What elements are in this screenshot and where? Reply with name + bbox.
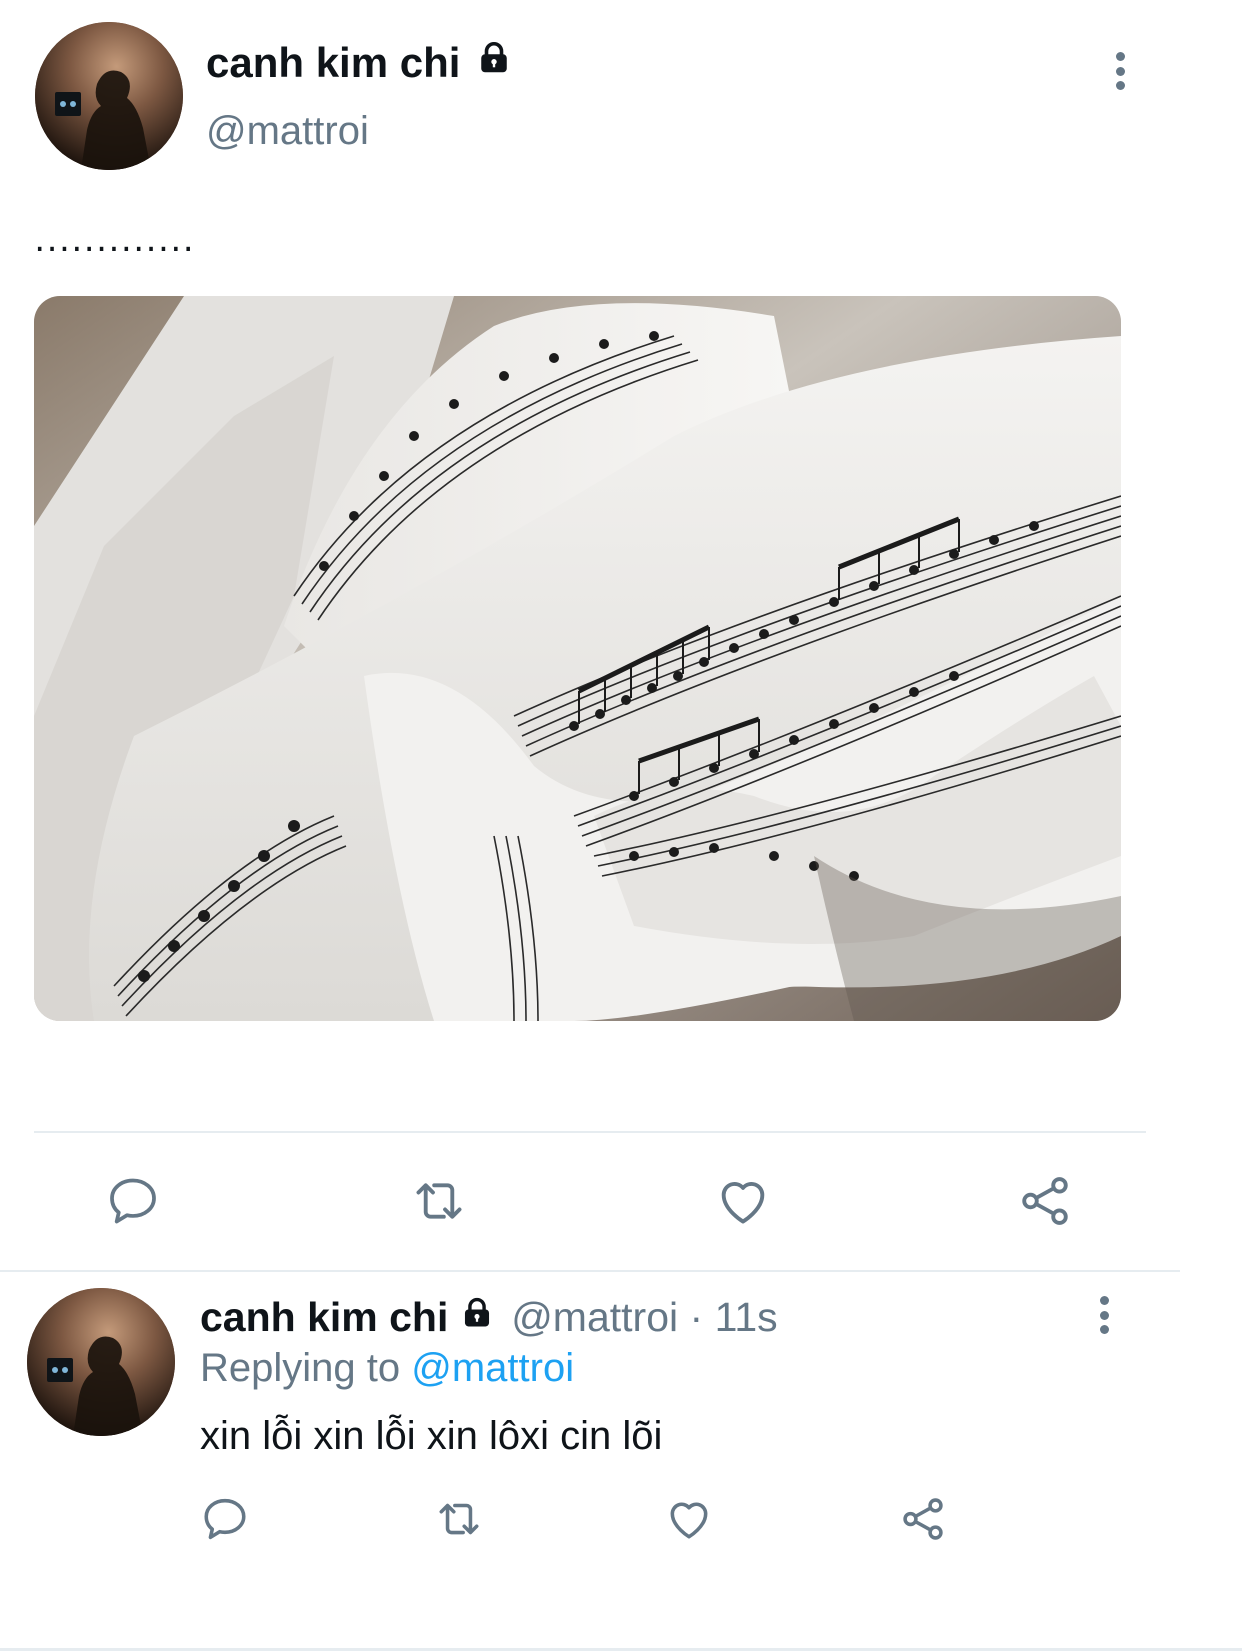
- share-icon: [1022, 1177, 1068, 1225]
- reply-header: canh kim chi @mattroi · 11s: [200, 1292, 778, 1342]
- more-vertical-icon[interactable]: [1094, 1296, 1114, 1334]
- like-icon: [721, 1182, 765, 1224]
- share-button[interactable]: [1012, 1168, 1078, 1234]
- like-button[interactable]: [710, 1168, 776, 1234]
- separator-dot: ·: [689, 1294, 704, 1340]
- divider: [34, 1131, 1146, 1133]
- avatar-photo: [35, 22, 183, 170]
- replying-to-label: Replying to: [200, 1346, 401, 1390]
- divider: [0, 1270, 1180, 1272]
- retweet-button[interactable]: [428, 1490, 490, 1548]
- avatar[interactable]: [35, 22, 183, 170]
- timestamp[interactable]: 11s: [715, 1294, 778, 1340]
- display-name-text: canh kim chi: [206, 39, 461, 86]
- reply-button[interactable]: [100, 1168, 166, 1234]
- reply-avatar[interactable]: [27, 1288, 175, 1436]
- replying-to: Replying to @mattroi: [200, 1344, 574, 1392]
- reply-handle[interactable]: @mattroi: [511, 1294, 678, 1340]
- replying-to-mention[interactable]: @mattroi: [411, 1346, 574, 1390]
- retweet-icon: [439, 1503, 479, 1535]
- tweet-text: ․․․․․․․․․․․․․: [34, 221, 195, 259]
- lock-icon: [476, 37, 512, 87]
- reply-icon: [110, 1178, 156, 1224]
- display-name[interactable]: canh kim chi: [206, 38, 512, 88]
- reply-button[interactable]: [196, 1490, 254, 1548]
- handle[interactable]: @mattroi: [206, 108, 369, 154]
- tweet-media-image[interactable]: [34, 296, 1121, 1021]
- share-icon: [903, 1498, 943, 1540]
- reply-icon: [204, 1498, 246, 1540]
- like-icon: [670, 1502, 708, 1539]
- reply-text: xin lỗi xin lỗi xin lôxi cin lõi: [200, 1414, 663, 1458]
- retweet-button[interactable]: [404, 1168, 474, 1234]
- lock-icon: [460, 1291, 494, 1341]
- avatar-photo: [27, 1288, 175, 1436]
- like-button[interactable]: [660, 1490, 718, 1548]
- share-button[interactable]: [894, 1490, 952, 1548]
- more-vertical-icon[interactable]: [1110, 52, 1130, 90]
- retweet-icon: [416, 1183, 462, 1219]
- reply-display-name[interactable]: canh kim chi: [200, 1294, 448, 1340]
- sheet-music-photo: [34, 296, 1121, 1021]
